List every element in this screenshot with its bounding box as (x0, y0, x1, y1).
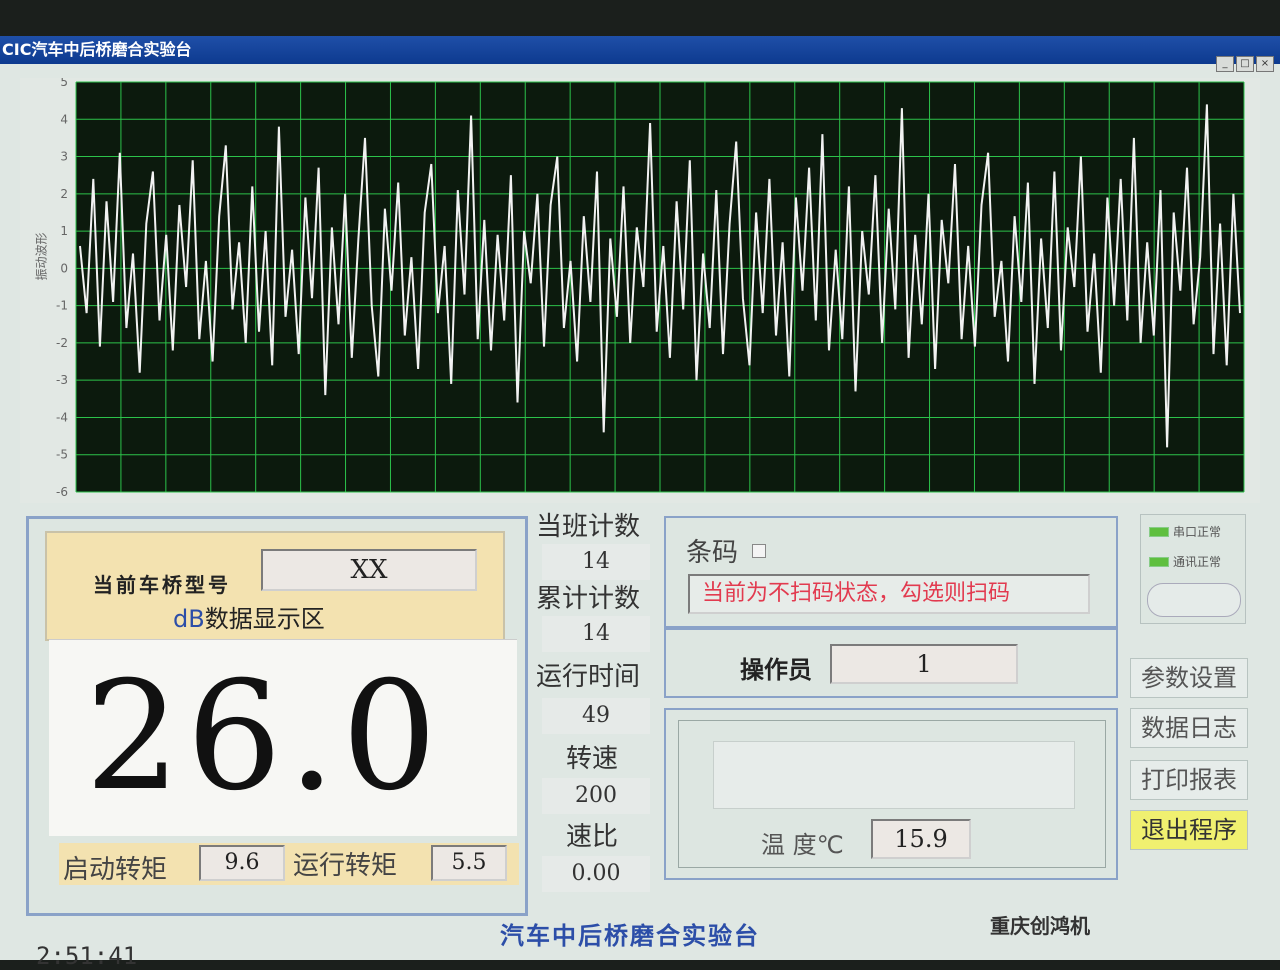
db-area-title: dB数据显示区 (173, 599, 325, 634)
shift-count-label: 当班计数 (536, 512, 641, 542)
db-display: 26.0 (49, 639, 517, 836)
ratio-label: 速比 (566, 822, 619, 852)
start-torque-field: 9.6 (199, 845, 285, 881)
y-tick-label: 3 (60, 150, 68, 164)
speed-label: 转速 (566, 744, 619, 774)
barcode-message: 当前为不扫码状态，勾选则扫码 (688, 574, 1090, 614)
start-torque-label: 启动转矩 (63, 855, 168, 885)
counter-column: 当班计数 14 累计计数 14 运行时间 49 转速 200 速比 0.00 (532, 506, 660, 926)
y-tick-label: -6 (56, 485, 68, 499)
total-count-value: 14 (542, 616, 650, 652)
print-button[interactable]: 打印报表 (1130, 760, 1248, 800)
model-field[interactable]: XX (261, 549, 477, 591)
footer-clock: 2:51:41 (36, 942, 138, 970)
y-tick-label: -1 (56, 299, 68, 313)
temperature-label: 温 度℃ (761, 831, 844, 859)
comm-status-text: 通讯正常 (1173, 555, 1222, 569)
run-time-value: 49 (542, 698, 650, 734)
window-title: CIC汽车中后桥磨合实验台 (2, 40, 192, 59)
operator-field[interactable]: 1 (830, 644, 1018, 684)
exit-button[interactable]: 退出程序 (1130, 810, 1248, 850)
waveform-svg: 5 4 3 2 1 0 -1 -2 -3 -4 -5 -6 (56, 78, 1245, 499)
y-tick-label: -4 (56, 410, 68, 424)
indicator-lamps-icon (1147, 583, 1241, 617)
log-button[interactable]: 数据日志 (1130, 708, 1248, 748)
db-title-text: 数据显示区 (204, 605, 325, 633)
y-tick-label: 4 (60, 112, 68, 126)
run-torque-field: 5.5 (431, 845, 507, 881)
db-unit: dB (173, 605, 205, 633)
status-box: 串口正常 通讯正常 (1140, 514, 1246, 624)
operator-frame: 操作员 1 (664, 628, 1118, 698)
y-tick-label: 2 (60, 187, 68, 201)
db-value: 26.0 (85, 650, 443, 824)
shift-count-value: 14 (542, 544, 650, 580)
temperature-inner-frame: 温 度℃ 15.9 (678, 720, 1106, 868)
operator-label: 操作员 (740, 656, 812, 684)
run-time-label: 运行时间 (536, 662, 641, 692)
barcode-checkbox[interactable] (752, 544, 766, 558)
params-button[interactable]: 参数设置 (1130, 658, 1248, 698)
serial-status-led-icon (1149, 527, 1169, 537)
window-controls: _ □ × (1216, 56, 1274, 72)
run-torque-label: 运行转矩 (293, 851, 398, 881)
y-tick-label: 5 (60, 78, 68, 89)
y-axis-label: 振动波形 (34, 232, 49, 281)
temperature-field: 15.9 (871, 819, 971, 859)
serial-status-text: 串口正常 (1173, 525, 1222, 539)
close-icon[interactable]: × (1256, 56, 1274, 72)
footer-title: 汽车中后桥磨合实验台 (500, 922, 760, 950)
barcode-frame: 条码 当前为不扫码状态，勾选则扫码 (664, 516, 1118, 628)
y-tick-label: 0 (60, 261, 68, 275)
db-panel: 当前车桥型号 XX dB数据显示区 26.0 启动转矩 9.6 运行转矩 5.5 (26, 516, 528, 916)
y-tick-label: -5 (56, 448, 68, 462)
total-count-label: 累计计数 (536, 584, 641, 614)
y-tick-label: 1 (60, 224, 68, 238)
ratio-value: 0.00 (542, 856, 650, 892)
y-tick-label: -3 (56, 373, 68, 387)
waveform-chart: 5 4 3 2 1 0 -1 -2 -3 -4 -5 -6 振动波形 (20, 78, 1260, 503)
comm-status-led-icon (1149, 557, 1169, 567)
temperature-display-area (713, 741, 1075, 809)
speed-value: 200 (542, 778, 650, 814)
minimize-icon[interactable]: _ (1216, 56, 1234, 72)
torque-row: 启动转矩 9.6 运行转矩 5.5 (59, 843, 519, 885)
window-titlebar: CIC汽车中后桥磨合实验台 (0, 36, 1280, 64)
footer-company: 重庆创鸿机 (990, 914, 1090, 938)
maximize-icon[interactable]: □ (1236, 56, 1254, 72)
model-label: 当前车桥型号 (93, 573, 231, 597)
model-box: 当前车桥型号 XX dB数据显示区 (45, 531, 505, 641)
barcode-label: 条码 (686, 538, 739, 568)
app-window: CIC汽车中后桥磨合实验台 _ □ × 5 4 3 2 1 0 -1 -2 -3 -4 -5 -6 振… (0, 36, 1280, 970)
y-tick-label: -2 (56, 336, 68, 350)
temperature-frame: 温 度℃ 15.9 (664, 708, 1118, 880)
